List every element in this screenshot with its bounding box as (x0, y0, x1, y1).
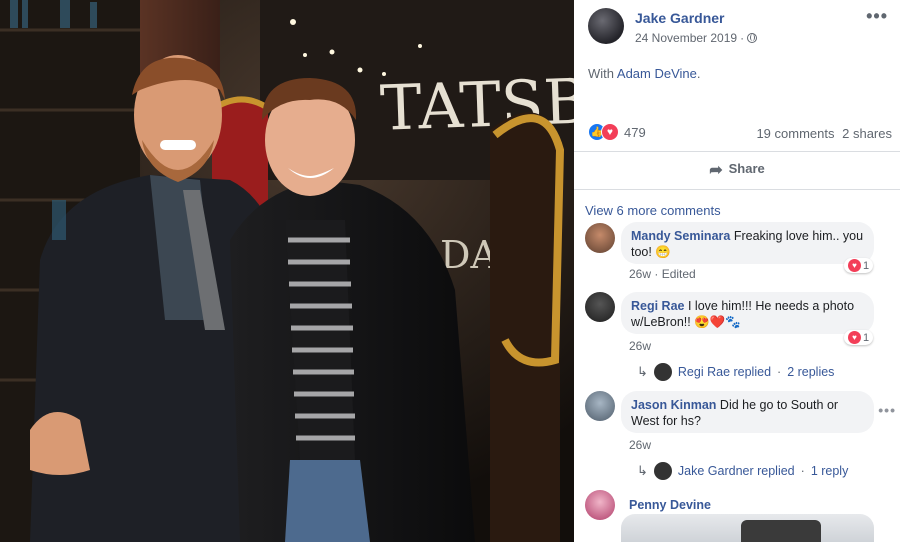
photo-image: TATSBY DAM (0, 0, 574, 542)
commenter-name[interactable]: Jason Kinman (631, 398, 716, 412)
comment-time[interactable]: 26w (629, 339, 651, 353)
view-replies[interactable]: ↳ Regi Rae replied · 2 replies (637, 363, 834, 381)
tagged-person-link[interactable]: Adam DeVine (617, 66, 697, 81)
post-photo[interactable]: TATSBY DAM (0, 0, 574, 542)
commenter-avatar[interactable] (585, 391, 615, 421)
reply-separator: · (800, 464, 805, 478)
reactions-summary[interactable]: 👍 ♥ 479 (588, 123, 646, 141)
commenter-name[interactable]: Penny Devine (629, 498, 711, 512)
reply-arrow-icon: ↳ (637, 364, 648, 379)
post-meta: 24 November 2019 · (635, 31, 758, 45)
commenter-name[interactable]: Mandy Seminara (631, 229, 730, 243)
comment-reaction-count[interactable]: ♥ 1 (844, 330, 874, 345)
reply-count[interactable]: 1 reply (811, 464, 849, 478)
comment-time[interactable]: 26w (629, 438, 651, 452)
reply-separator: · (777, 365, 782, 379)
love-icon: ♥ (848, 331, 861, 344)
share-button[interactable]: ➦ Share (574, 160, 900, 180)
replied-by[interactable]: Regi Rae replied (678, 365, 771, 379)
reply-avatar (653, 462, 672, 480)
view-replies[interactable]: ↳ Jake Gardner replied · 1 reply (637, 462, 848, 480)
reaction-count: 479 (624, 124, 646, 140)
divider-top (574, 151, 900, 152)
comment-time[interactable]: 26w (629, 267, 651, 281)
comment-reaction-number: 1 (863, 259, 870, 272)
shares-count-link[interactable]: 2 shares (842, 126, 892, 141)
reply-count[interactable]: 2 replies (787, 365, 834, 379)
comment-bubble: Jason Kinman Did he go to South or West … (621, 391, 874, 433)
love-icon: ♥ (601, 123, 619, 141)
post-date[interactable]: 24 November 2019 (635, 31, 737, 45)
comment-options-icon[interactable]: ••• (878, 402, 896, 418)
comment-meta: 26w · Edited (629, 267, 696, 281)
tagged-with: With Adam DeVine. (588, 66, 701, 81)
reply-arrow-icon: ↳ (637, 463, 648, 478)
comment-bubble: Regi Rae I love him!!! He needs a photo … (621, 292, 874, 334)
engagement-counts: 19 comments 2 shares (752, 126, 892, 141)
author-avatar[interactable] (588, 8, 624, 44)
comments-count-link[interactable]: 19 comments (756, 126, 834, 141)
share-icon: ➦ (709, 162, 723, 179)
share-label: Share (728, 161, 765, 176)
comment-reaction-count[interactable]: ♥ 1 (844, 258, 874, 273)
commenter-avatar[interactable] (585, 490, 615, 520)
author-name[interactable]: Jake Gardner (635, 10, 725, 26)
commenter-avatar[interactable] (585, 223, 615, 253)
reply-avatar (653, 363, 672, 381)
meta-separator: · (740, 31, 745, 45)
comment-bubble: Mandy Seminara Freaking love him.. you t… (621, 222, 874, 264)
replied-by[interactable]: Jake Gardner replied (678, 464, 795, 478)
post-panel: Jake Gardner 24 November 2019 · ••• With… (574, 0, 900, 542)
comment-edited[interactable]: · Edited (654, 267, 695, 281)
more-options-icon[interactable]: ••• (866, 6, 888, 27)
commenter-name[interactable]: Regi Rae (631, 299, 685, 313)
divider-bottom (574, 189, 900, 190)
with-suffix: . (696, 66, 701, 81)
with-prefix: With (588, 66, 614, 81)
comment-photo[interactable] (621, 514, 874, 542)
love-icon: ♥ (848, 259, 861, 272)
globe-icon (747, 33, 758, 43)
commenter-avatar[interactable] (585, 292, 615, 322)
view-more-comments-link[interactable]: View 6 more comments (585, 203, 721, 218)
comment-reaction-number: 1 (863, 331, 870, 344)
